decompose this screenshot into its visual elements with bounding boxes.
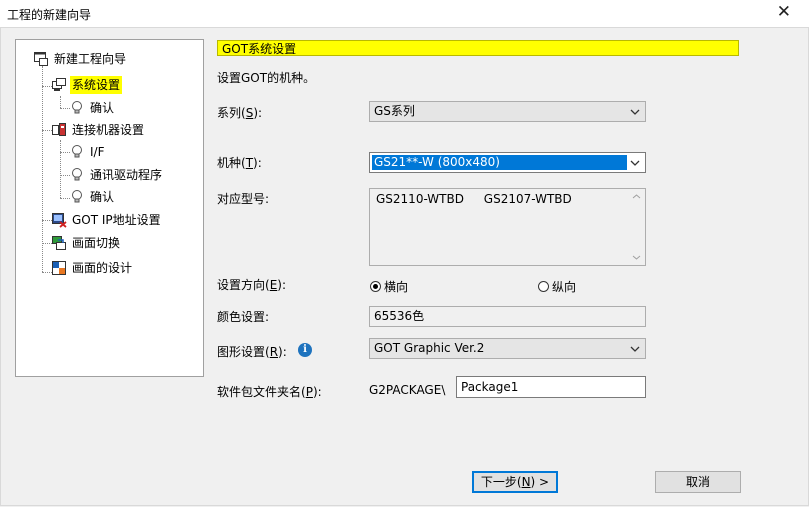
tree-item-driver[interactable]: 通讯驱动程序 [69,166,164,184]
chevron-down-icon [630,109,640,115]
window-title: 工程的新建向导 [7,8,92,22]
tree-root[interactable]: 新建工程向导 [33,50,128,68]
lightbulb-icon [72,168,82,181]
cancel-button[interactable]: 取消 [655,471,741,493]
system-settings-icon [52,78,66,91]
series-value: GS系列 [374,104,415,118]
title-bar: 工程的新建向导 ✕ [0,0,809,28]
screen-design-icon [52,261,66,275]
tree-item-label: 连接机器设置 [72,123,145,137]
tree-item-connection-settings[interactable]: 连接机器设置 [51,121,146,139]
orientation-vertical-label: 纵向 [552,280,577,294]
chevron-down-icon [630,160,640,166]
scrollbar[interactable] [629,190,644,264]
model-dropdown[interactable]: GS21**-W (800x480) [369,152,646,173]
tree-item-label: 画面切换 [72,236,121,250]
lightbulb-icon [72,190,82,203]
tree-item-screen-switch[interactable]: 画面切换 [51,234,122,252]
screen-switch-icon [52,236,66,250]
color-value: 65536色 [369,306,646,327]
tree-item-label: 画面的设计 [72,261,133,275]
series-dropdown[interactable]: GS系列 [369,101,646,122]
chevron-down-icon [630,346,640,352]
radio-unchecked [538,281,549,292]
model-label: 机种(T): [217,156,262,170]
package-label: 软件包文件夹名(P): [217,385,322,399]
package-name-input[interactable]: Package1 [456,376,646,398]
ip-address-icon [52,213,67,228]
tree-item-confirm-2[interactable]: 确认 [69,188,116,206]
compatible-models-list[interactable]: GS2110-WTBD GS2107-WTBD [369,188,646,266]
section-description: 设置GOT的机种。 [217,71,316,85]
compatible-items: GS2110-WTBD GS2107-WTBD [376,192,588,206]
section-header: GOT系统设置 [217,40,739,56]
graphic-dropdown[interactable]: GOT Graphic Ver.2 [369,338,646,359]
tree-item-label: 确认 [90,190,115,204]
package-prefix: G2PACKAGE\ [369,383,446,397]
tree-item-label: 系统设置 [70,76,123,94]
series-label: 系列(S): [217,106,263,120]
lightbulb-icon [72,145,82,158]
next-button[interactable]: 下一步(N) > [472,471,558,493]
color-label: 颜色设置: [217,310,270,324]
orientation-label: 设置方向(E): [217,278,287,292]
wizard-tree: 新建工程向导 系统设置 确认 连接机器设置 I/F 通讯驱动程序 确认 GOT … [15,39,204,377]
tree-item-label: 确认 [90,101,115,115]
tree-item-confirm-1[interactable]: 确认 [69,99,116,117]
orientation-horizontal-label: 横向 [384,280,409,294]
tree-item-label: 通讯驱动程序 [90,168,163,182]
close-icon[interactable]: ✕ [777,2,791,22]
tree-item-label: GOT IP地址设置 [72,213,161,227]
list-item: GS2107-WTBD [483,192,572,206]
connection-device-icon [52,123,66,136]
tree-item-ip-settings[interactable]: GOT IP地址设置 [51,211,163,229]
compatible-label: 对应型号: [217,192,270,206]
graphic-value: GOT Graphic Ver.2 [374,341,485,355]
tree-item-interface[interactable]: I/F [69,143,106,161]
model-value: GS21**-W (800x480) [372,155,627,170]
graphic-label: 图形设置(R): [217,345,287,359]
tree-item-screen-design[interactable]: 画面的设计 [51,259,134,277]
orientation-horizontal-radio[interactable]: 横向 [370,278,408,295]
tree-root-label: 新建工程向导 [54,52,127,66]
project-wizard-icon [34,52,48,66]
orientation-vertical-radio[interactable]: 纵向 [538,278,576,295]
lightbulb-icon [72,101,82,114]
list-item: GS2110-WTBD [376,192,464,206]
tree-item-system-settings[interactable]: 系统设置 [51,76,123,94]
info-icon[interactable]: i [298,343,312,357]
radio-checked [370,281,381,292]
tree-item-label: I/F [90,145,105,159]
